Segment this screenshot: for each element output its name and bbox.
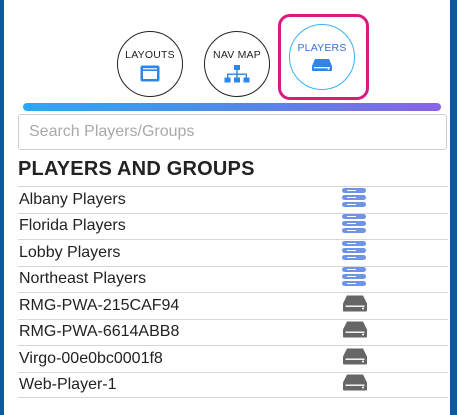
- tab-players[interactable]: PLAYERS: [289, 24, 355, 90]
- player-device-icon: [342, 373, 368, 396]
- list-item-name: RMG-PWA-215CAF94: [19, 296, 180, 314]
- player-device-icon: [342, 321, 368, 344]
- tab-nav-map[interactable]: NAV MAP: [204, 31, 270, 97]
- players-groups-list: Albany Players Florida Players Lobby Pla…: [18, 186, 448, 398]
- player-group-icon: [342, 187, 366, 212]
- list-item-group[interactable]: Northeast Players: [18, 265, 448, 293]
- layout-window-icon: [140, 65, 160, 87]
- list-item-player[interactable]: RMG-PWA-215CAF94: [18, 292, 448, 319]
- search-input[interactable]: [18, 114, 447, 150]
- list-item-name: Lobby Players: [19, 243, 121, 261]
- tab-nav-map-label: NAV MAP: [213, 49, 261, 61]
- list-item-name: RMG-PWA-6614ABB8: [19, 323, 180, 341]
- list-item-group[interactable]: Albany Players: [18, 186, 448, 213]
- player-group-icon: [342, 240, 366, 265]
- section-title: PLAYERS AND GROUPS: [18, 158, 255, 180]
- list-item-group[interactable]: Lobby Players: [18, 239, 448, 266]
- player-device-icon: [342, 294, 368, 317]
- tab-layouts-label: LAYOUTS: [125, 49, 175, 61]
- list-item-name: Florida Players: [19, 217, 126, 235]
- list-item-group[interactable]: Florida Players: [18, 212, 448, 240]
- sitemap-icon: [224, 65, 250, 90]
- list-item-name: Albany Players: [19, 190, 126, 208]
- tab-indicator-bar: [23, 103, 441, 111]
- list-item-player[interactable]: Web-Player-1: [18, 371, 448, 398]
- player-group-icon: [342, 214, 366, 238]
- list-item-name: Virgo-00e0bc0001f8: [19, 349, 163, 367]
- tab-players-label: PLAYERS: [297, 42, 347, 54]
- tab-layouts[interactable]: LAYOUTS: [117, 31, 183, 97]
- player-group-icon: [342, 267, 366, 291]
- frame-right-border: [450, 0, 457, 415]
- player-device-icon: [342, 347, 368, 370]
- player-device-icon: [311, 58, 333, 77]
- list-item-player[interactable]: RMG-PWA-6614ABB8: [18, 318, 448, 346]
- list-item-name: Web-Player-1: [19, 375, 117, 393]
- list-item-player[interactable]: Virgo-00e0bc0001f8: [18, 345, 448, 372]
- list-item-name: Northeast Players: [19, 270, 147, 288]
